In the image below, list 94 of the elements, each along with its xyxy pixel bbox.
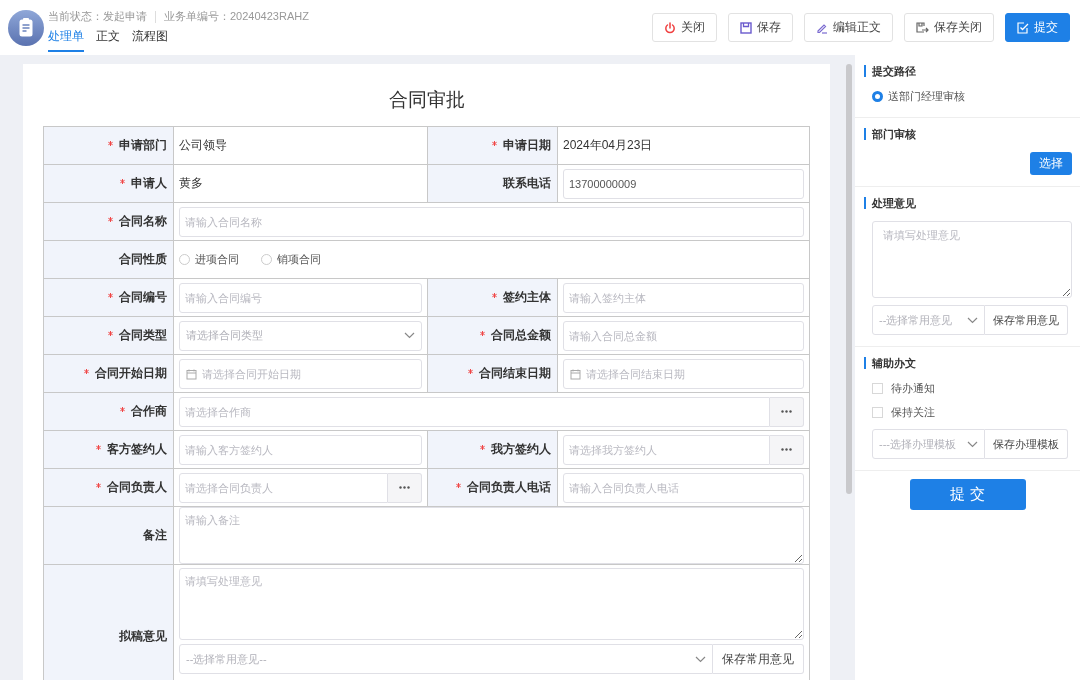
field-label: 合同结束日期 [427, 354, 558, 393]
radio-option[interactable]: 送部门经理审核 [864, 89, 1072, 104]
radio-option[interactable]: 进项合同 [179, 252, 239, 267]
power-icon [664, 21, 676, 34]
save-template-button[interactable]: 保存办理模板 [985, 429, 1068, 459]
field-label: 合同开始日期 [43, 354, 174, 393]
status-text: 当前状态：发起申请 [48, 9, 147, 24]
required-icon [120, 179, 125, 184]
field-label: 合同负责人电话 [427, 468, 558, 507]
document-number: 业务单编号：20240423RAHZ [164, 9, 309, 24]
form-title: 合同审批 [387, 88, 466, 112]
calendar-icon [186, 368, 197, 380]
dots-icon [781, 410, 792, 413]
required-icon [468, 369, 473, 374]
chevron-down-icon [967, 440, 978, 448]
dots-icon [399, 486, 410, 489]
chevron-down-icon [967, 316, 978, 324]
input-field[interactable]: 请选择我方签约人 [563, 434, 770, 465]
field-label: 合同类型 [43, 316, 174, 355]
required-icon [108, 217, 113, 222]
field-value: 2024年04月23日 [563, 138, 653, 152]
input-field[interactable]: 请输入合同负责人电话 [563, 472, 804, 503]
section-title: 处理意见 [864, 197, 1072, 209]
input-field[interactable]: 请输入客方签约人 [179, 434, 422, 465]
required-icon [108, 331, 113, 336]
field-label: 申请人 [43, 164, 174, 203]
field-label: 申请部门 [43, 126, 174, 165]
section-title: 提交路径 [864, 65, 1072, 77]
radio-option[interactable]: 销项合同 [261, 252, 321, 267]
field-label: 合同总金额 [427, 316, 558, 355]
clipboard-logo-icon [8, 9, 44, 46]
input-field[interactable]: 请输入签约主体 [563, 282, 804, 313]
dots-icon [781, 448, 792, 451]
required-icon [108, 141, 113, 146]
tab[interactable]: 流程图 [132, 28, 168, 52]
tab[interactable]: 处理单 [48, 28, 84, 52]
save-close-button[interactable]: 保存关闭 [904, 13, 994, 42]
input-field[interactable]: 请选择合作商 [179, 396, 770, 427]
chevron-down-icon [695, 655, 706, 663]
required-icon [492, 141, 497, 146]
checkbox-option[interactable]: 保持关注 [864, 405, 1072, 420]
required-icon [108, 293, 113, 298]
field-label: 合同负责人 [43, 468, 174, 507]
more-button[interactable] [770, 434, 804, 465]
field-label: 备注 [43, 506, 174, 565]
field-value: 公司领导 [179, 138, 227, 152]
section-title: 辅助办文 [864, 357, 1072, 369]
submit-button[interactable]: 提交 [1005, 13, 1070, 42]
tab[interactable]: 正文 [96, 28, 120, 52]
more-button[interactable] [388, 472, 422, 503]
save-exit-icon [916, 21, 929, 34]
submit-button[interactable]: 提 交 [909, 479, 1026, 510]
save-opinion-button[interactable]: 保存常用意见 [713, 644, 804, 674]
field-label: 申请日期 [427, 126, 558, 165]
input-field[interactable]: 13700000009 [563, 168, 804, 199]
date-field[interactable]: 请选择合同开始日期 [179, 358, 422, 389]
input-field[interactable]: 请输入合同名称 [179, 206, 804, 237]
required-icon [120, 407, 125, 412]
field-label: 合同名称 [43, 202, 174, 241]
field-label: 合同编号 [43, 278, 174, 317]
close-button[interactable]: 关闭 [652, 13, 717, 42]
text-area[interactable]: 请输入备注 [179, 507, 804, 564]
save-button[interactable]: 保存 [728, 13, 793, 42]
field-label: 客方签约人 [43, 430, 174, 469]
calendar-icon [570, 368, 581, 380]
choose-button[interactable]: 选择 [1030, 152, 1072, 175]
field-value: 黄多 [179, 176, 203, 190]
date-field[interactable]: 请选择合同结束日期 [563, 358, 804, 389]
input-field[interactable]: 请选择合同负责人 [179, 472, 388, 503]
field-label: 我方签约人 [427, 430, 558, 469]
scrollbar[interactable] [846, 64, 852, 494]
more-button[interactable] [770, 396, 804, 427]
required-icon [96, 445, 101, 450]
save-opinion-button[interactable]: 保存常用意见 [985, 305, 1068, 335]
required-icon [96, 483, 101, 488]
required-icon [456, 483, 461, 488]
field-label: 合作商 [43, 392, 174, 431]
text-area[interactable]: 请填写处理意见 [179, 568, 804, 640]
field-label: 合同性质 [43, 240, 174, 279]
edit-button[interactable]: 编辑正文 [804, 13, 893, 42]
checkbox-option[interactable]: 待办通知 [864, 381, 1072, 396]
chevron-down-icon [404, 332, 415, 339]
text-area[interactable]: 请填写处理意见 [872, 221, 1072, 298]
field-label: 联系电话 [427, 164, 558, 203]
section-title: 部门审核 [864, 128, 1072, 140]
input-field[interactable]: 请输入合同总金额 [563, 320, 804, 351]
save-icon [740, 21, 752, 34]
required-icon [492, 293, 497, 298]
required-icon [480, 445, 485, 450]
required-icon [480, 331, 485, 336]
field-label: 拟稿意见 [43, 564, 174, 680]
required-icon [84, 369, 89, 374]
field-label: 签约主体 [427, 278, 558, 317]
check-square-icon [1017, 21, 1029, 34]
